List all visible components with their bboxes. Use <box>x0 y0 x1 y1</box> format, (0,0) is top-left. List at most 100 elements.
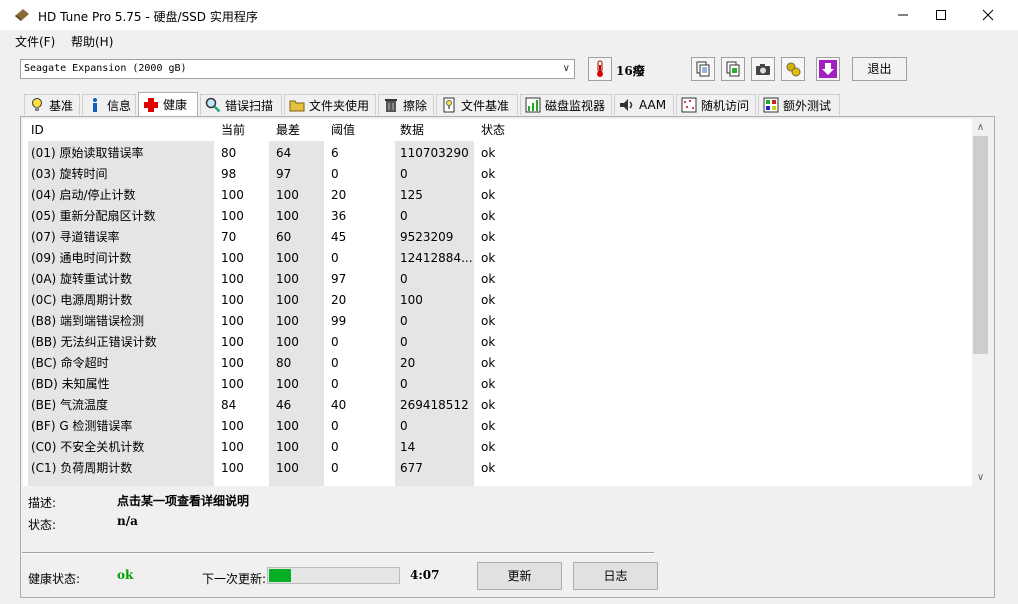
cell-current: 98 <box>221 167 237 181</box>
table-row[interactable]: (09) 通电时间计数 100 100 0 12412884... ok <box>23 248 971 269</box>
table-row[interactable]: (0C) 电源周期计数 100 100 20 100 ok <box>23 290 971 311</box>
table-row[interactable]: (BC) 命令超时 100 80 0 20 ok <box>23 353 971 374</box>
tab-disk-monitor[interactable]: 磁盘监视器 <box>520 94 612 115</box>
cell-current: 70 <box>221 230 237 244</box>
cell-id: (BE) 气流温度 <box>31 398 108 412</box>
tab-aam[interactable]: AAM <box>614 94 674 115</box>
cell-id: (0A) 旋转重试计数 <box>31 272 133 286</box>
copy-info-button[interactable] <box>691 57 715 81</box>
menu-help[interactable]: 帮助(H) <box>71 33 113 50</box>
options-icon <box>786 62 801 77</box>
smart-table[interactable]: ID 当前 最差 阈值 数据 状态 (01) 原始读取错误率 80 64 6 11070… <box>23 119 989 486</box>
monitor-chart-icon <box>525 97 541 113</box>
header-id[interactable]: ID <box>31 119 44 141</box>
cell-worst: 100 <box>276 293 299 307</box>
table-row[interactable]: (01) 原始读取错误率 80 64 6 110703290 ok <box>23 143 971 164</box>
cell-id: (BD) 未知属性 <box>31 377 110 391</box>
cell-worst: 46 <box>276 398 292 412</box>
table-row[interactable]: (03) 旋转时间 98 97 0 0 ok <box>23 164 971 185</box>
cell-threshold: 0 <box>331 335 339 349</box>
tab-extra-tests[interactable]: 额外测试 <box>758 94 840 115</box>
cell-current: 100 <box>221 314 244 328</box>
cell-threshold: 0 <box>331 251 339 265</box>
cell-current: 100 <box>221 188 244 202</box>
cell-status: ok <box>481 461 496 475</box>
cell-status: ok <box>481 398 496 412</box>
cell-data: 100 <box>400 293 423 307</box>
table-row[interactable]: (0A) 旋转重试计数 100 100 97 0 ok <box>23 269 971 290</box>
cell-current: 100 <box>221 335 244 349</box>
tab-file-benchmark[interactable]: 文件基准 <box>436 94 518 115</box>
table-row[interactable]: (BE) 气流温度 84 46 40 269418512 ok <box>23 395 971 416</box>
camera-icon <box>756 64 770 75</box>
thermometer-button[interactable] <box>588 57 612 81</box>
cell-id: (C0) 不安全关机计数 <box>31 440 145 454</box>
progress-fill <box>269 569 291 582</box>
table-row[interactable]: (C0) 不安全关机计数 100 100 0 14 ok <box>23 437 971 458</box>
info-icon <box>93 98 97 112</box>
cell-status: ok <box>481 230 496 244</box>
table-row[interactable]: (BD) 未知属性 100 100 0 0 ok <box>23 374 971 395</box>
scroll-thumb[interactable] <box>973 136 988 354</box>
table-row[interactable]: (C1) 负荷周期计数 100 100 0 677 ok <box>23 458 971 479</box>
close-button[interactable] <box>965 0 1011 30</box>
cell-worst: 64 <box>276 146 292 160</box>
cell-data: 14 <box>400 440 416 454</box>
header-threshold[interactable]: 阈值 <box>331 119 355 141</box>
exit-button[interactable]: 退出 <box>852 57 907 81</box>
options-button[interactable] <box>781 57 805 81</box>
extra-tests-icon <box>763 97 779 113</box>
header-status[interactable]: 状态 <box>481 119 505 141</box>
log-button[interactable]: 日志 <box>573 562 658 590</box>
tab-info[interactable]: 信息 <box>82 94 136 115</box>
tab-benchmark[interactable]: 基准 <box>24 94 80 115</box>
tab-folder-usage[interactable]: 文件夹使用 <box>284 94 376 115</box>
cell-current: 84 <box>221 398 237 412</box>
cell-current: 100 <box>221 209 244 223</box>
table-row[interactable]: (BB) 无法纠正错误计数 100 100 0 0 ok <box>23 332 971 353</box>
lightbulb-icon <box>32 98 42 111</box>
save-button[interactable] <box>816 57 840 81</box>
maximize-icon <box>936 10 946 20</box>
header-current[interactable]: 当前 <box>221 119 245 141</box>
screenshot-button[interactable] <box>751 57 775 81</box>
description-value: 点击某一项查看详细说明 <box>117 494 250 508</box>
refresh-button[interactable]: 更新 <box>477 562 562 590</box>
status-value: n/a <box>117 514 138 528</box>
cell-id: (05) 重新分配扇区计数 <box>31 209 156 223</box>
cell-data: 269418512 <box>400 398 469 412</box>
cell-worst: 100 <box>276 314 299 328</box>
tab-label: 随机访问 <box>701 98 750 113</box>
cell-status: ok <box>481 167 496 181</box>
drive-select[interactable]: Seagate Expansion (2000 gB) ∨ <box>20 59 575 79</box>
cell-worst: 100 <box>276 440 299 454</box>
table-row[interactable]: (BF) G 检测错误率 100 100 0 0 ok <box>23 416 971 437</box>
menu-file[interactable]: 文件(F) <box>15 33 55 50</box>
tab-random-access[interactable]: 随机访问 <box>676 94 756 115</box>
title-bar: HD Tune Pro 5.75 - 硬盘/SSD 实用程序 <box>0 0 1018 30</box>
table-row[interactable]: (07) 寻道错误率 70 60 45 9523209 ok <box>23 227 971 248</box>
tab-label: 信息 <box>107 98 132 113</box>
table-row[interactable]: (B8) 端到端错误检测 100 100 99 0 ok <box>23 311 971 332</box>
cell-id: (0C) 电源周期计数 <box>31 293 133 307</box>
cell-data: 0 <box>400 377 408 391</box>
scroll-down-icon[interactable]: ∨ <box>972 469 989 486</box>
table-row[interactable]: (04) 启动/停止计数 100 100 20 125 ok <box>23 185 971 206</box>
table-row[interactable]: (05) 重新分配扇区计数 100 100 36 0 ok <box>23 206 971 227</box>
table-scrollbar[interactable]: ∧ ∨ <box>972 119 989 486</box>
tab-label: 擦除 <box>403 98 428 113</box>
header-worst[interactable]: 最差 <box>276 119 300 141</box>
tab-erase[interactable]: 擦除 <box>378 94 434 115</box>
tab-label: 文件基准 <box>461 98 510 113</box>
scroll-up-icon[interactable]: ∧ <box>972 119 989 136</box>
cell-data: 12412884... <box>400 251 473 265</box>
maximize-button[interactable] <box>918 0 964 30</box>
tab-label: 错误扫描 <box>225 98 274 113</box>
tab-health[interactable]: 健康 <box>138 92 198 116</box>
tab-error-scan[interactable]: 错误扫描 <box>200 94 282 115</box>
cell-worst: 100 <box>276 209 299 223</box>
cell-status: ok <box>481 251 496 265</box>
tab-label: 基准 <box>49 98 74 113</box>
header-data[interactable]: 数据 <box>400 119 424 141</box>
copy-screenshot-button[interactable] <box>721 57 745 81</box>
